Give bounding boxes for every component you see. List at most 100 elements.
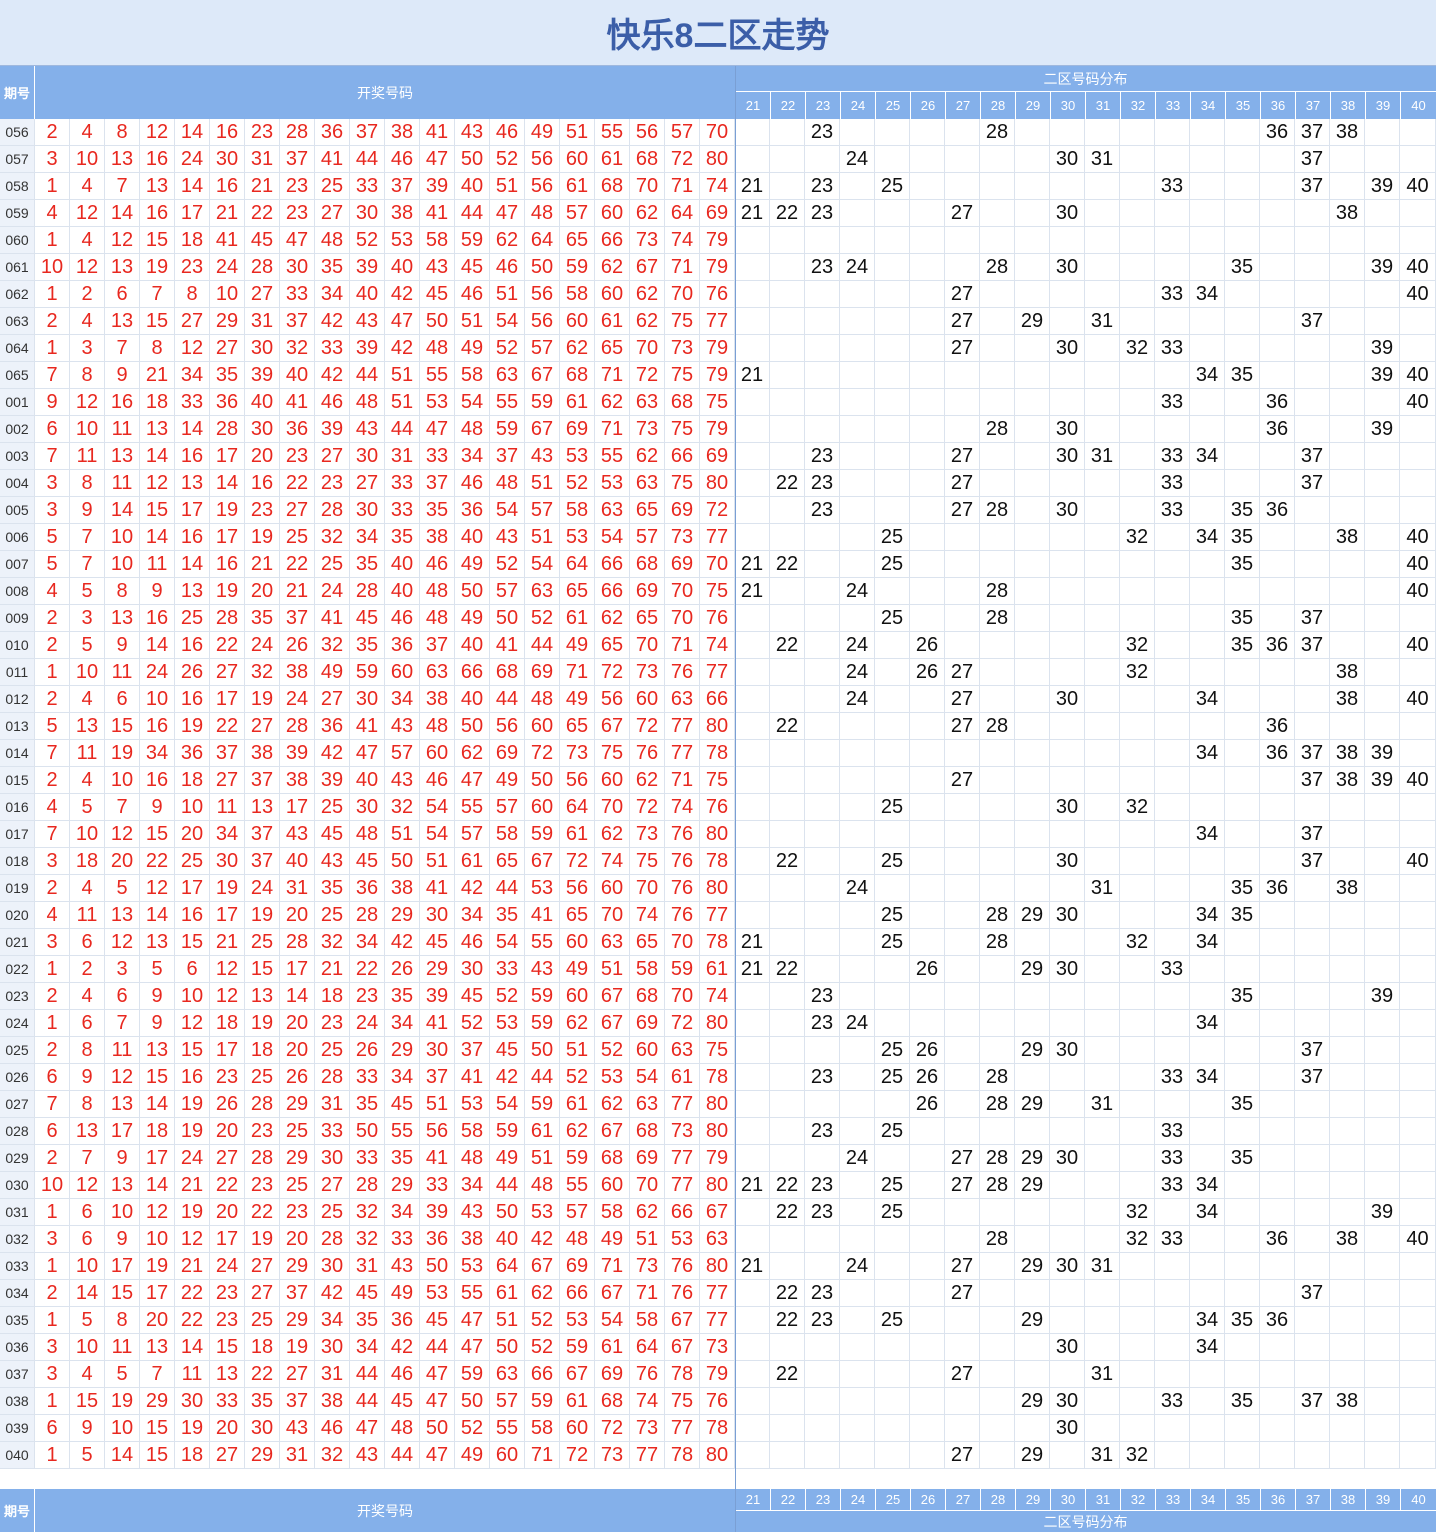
zone-cell-36 [1260,1037,1295,1064]
section-divider [735,66,736,1532]
zone-cell-21 [735,659,770,686]
zone-cell-39 [1365,1226,1400,1253]
winning-number: 22 [280,551,315,578]
winning-number: 60 [560,1415,595,1442]
zone-cell-39: 39 [1365,983,1400,1010]
period-cell: 065 [0,362,35,389]
winning-number: 56 [560,767,595,794]
winning-number: 55 [420,362,455,389]
zone-cell-40 [1400,740,1436,767]
zone-cell-29 [1015,389,1050,416]
zone-cell-32: 32 [1120,1442,1155,1469]
zone-cell-37 [1295,1118,1330,1145]
zone-cell-28: 28 [980,1226,1015,1253]
winning-number: 10 [140,686,175,713]
zone-cell-25 [875,956,910,983]
winning-number: 6 [105,281,140,308]
zone-cell-38 [1330,605,1365,632]
winning-number: 54 [455,389,490,416]
winning-number: 2 [35,686,70,713]
zone-cell-23 [805,794,840,821]
zone-cell-28 [980,1118,1015,1145]
zone-cell-24 [840,497,875,524]
zone-cell-28 [980,740,1015,767]
winning-number: 45 [315,821,350,848]
winning-number: 35 [385,983,420,1010]
winning-number: 20 [280,1226,315,1253]
zone-cell-34 [1190,632,1225,659]
zone-cell-25 [875,1280,910,1307]
winning-number: 61 [525,1118,560,1145]
zone-cell-30: 30 [1050,254,1085,281]
winning-number: 33 [175,389,210,416]
winning-number: 65 [560,578,595,605]
winning-number: 75 [665,308,700,335]
winning-number: 41 [490,632,525,659]
winning-number: 11 [70,443,105,470]
winning-number: 18 [140,389,175,416]
winning-number: 1 [35,1442,70,1469]
zone-cell-27: 27 [945,200,980,227]
winning-number: 36 [385,1307,420,1334]
zone-cell-30 [1050,227,1085,254]
zone-footer-39: 39 [1365,1489,1400,1510]
winning-number: 34 [455,443,490,470]
winning-number: 27 [210,335,245,362]
winning-number: 49 [560,956,595,983]
zone-cell-21 [735,902,770,929]
zone-cell-30 [1050,632,1085,659]
zone-cell-30 [1050,713,1085,740]
zone-cell-33 [1155,605,1190,632]
winning-number: 38 [245,740,280,767]
winning-number: 26 [385,956,420,983]
zone-cell-37 [1295,1199,1330,1226]
winning-number: 33 [210,1388,245,1415]
draw-numbers-footer: 开奖号码 [35,1489,735,1532]
winning-number: 30 [420,1037,455,1064]
table-row: 007 5 7 10 11 14 16 21 22 25 35 40 46 49 52 54 64 66 68 69 7… [0,551,1436,578]
winning-number: 14 [175,173,210,200]
zone-cell-34 [1190,1091,1225,1118]
zone-cell-34 [1190,173,1225,200]
zone-cell-28 [980,875,1015,902]
winning-number: 42 [455,875,490,902]
winning-number: 64 [630,1334,665,1361]
winning-number: 7 [105,1010,140,1037]
zone-cell-33 [1155,632,1190,659]
winning-number: 1 [35,956,70,983]
winning-number: 37 [420,1064,455,1091]
zone-cell-29 [1015,1010,1050,1037]
winning-number: 65 [560,902,595,929]
table-row: 039 6 9 10 15 19 20 30 43 46 47 48 50 52 55 58 60 72 73 77 7… [0,1415,1436,1442]
zone-cell-28 [980,524,1015,551]
winning-number: 40 [280,848,315,875]
zone-cell-27 [945,983,980,1010]
zone-cell-33 [1155,1307,1190,1334]
winning-number: 67 [525,848,560,875]
winning-number: 18 [175,227,210,254]
winning-number: 77 [630,1442,665,1469]
period-cell: 003 [0,443,35,470]
zone-cell-28: 28 [980,713,1015,740]
winning-number: 36 [350,875,385,902]
zone-cell-21 [735,1145,770,1172]
winning-number: 55 [490,1415,525,1442]
winning-number: 20 [280,1010,315,1037]
zone-cell-32 [1120,1361,1155,1388]
winning-number: 73 [665,335,700,362]
zone-cell-37 [1295,1307,1330,1334]
zone-cell-40: 40 [1400,578,1436,605]
winning-number: 59 [525,821,560,848]
zone-cell-38: 38 [1330,659,1365,686]
zone-cell-34: 34 [1190,1010,1225,1037]
winning-number: 15 [140,1415,175,1442]
zone-cell-34 [1190,497,1225,524]
winning-number: 31 [315,1361,350,1388]
zone-cell-21 [735,1226,770,1253]
winning-number: 2 [35,119,70,146]
winning-number: 65 [560,713,595,740]
winning-number: 23 [245,497,280,524]
winning-number: 25 [315,902,350,929]
zone-cell-32 [1120,1037,1155,1064]
winning-number: 70 [700,119,735,146]
